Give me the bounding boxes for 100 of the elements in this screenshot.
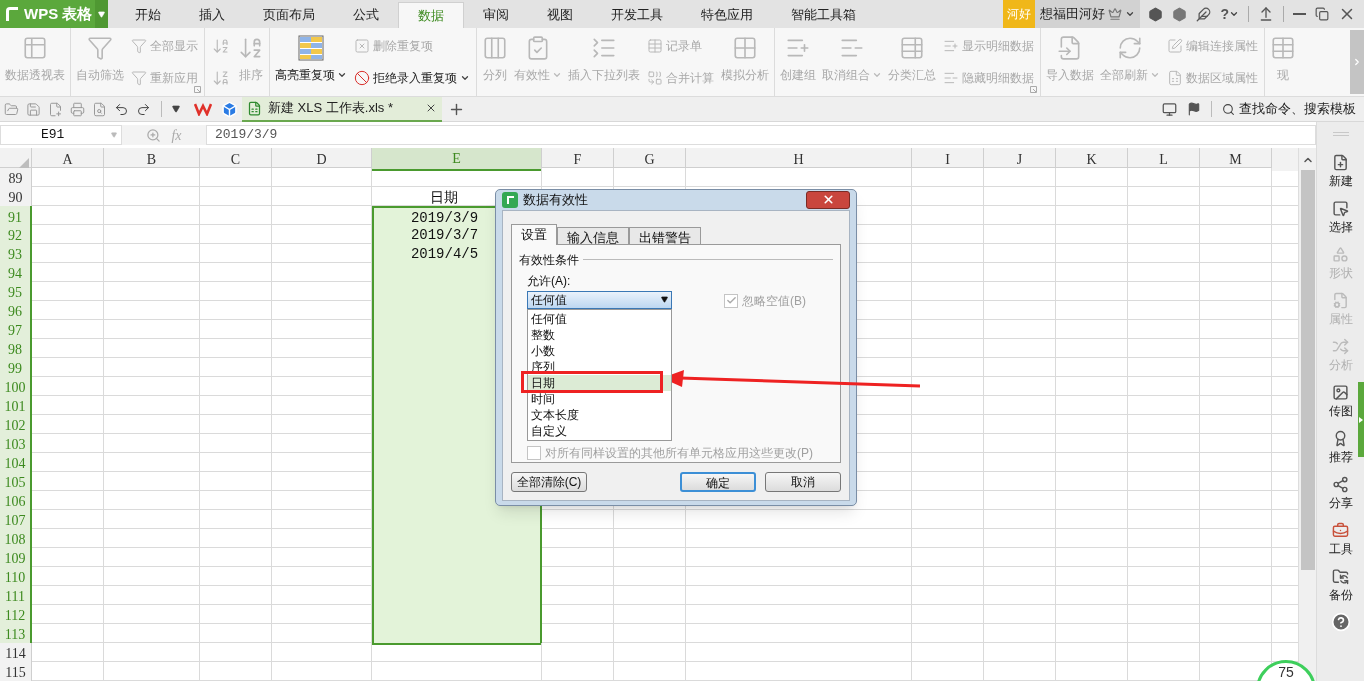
- row-header[interactable]: 112: [0, 605, 32, 626]
- scroll-thumb[interactable]: [1300, 170, 1315, 570]
- menu-tab[interactable]: 审阅: [464, 2, 528, 28]
- grip-icon[interactable]: [1332, 132, 1349, 136]
- feather-icon[interactable]: [1196, 6, 1212, 22]
- column-header[interactable]: B: [104, 148, 200, 171]
- dropdown-option[interactable]: 文本长度: [528, 406, 671, 423]
- row-header[interactable]: 93: [0, 244, 32, 265]
- row-header[interactable]: 99: [0, 358, 32, 379]
- menu-tab[interactable]: 公式: [334, 2, 398, 28]
- row-header[interactable]: 109: [0, 548, 32, 569]
- row-header[interactable]: 107: [0, 510, 32, 531]
- row-header[interactable]: 90: [0, 187, 32, 208]
- ribbon-button[interactable]: 高亮重复项: [272, 28, 350, 96]
- row-header[interactable]: 110: [0, 567, 32, 588]
- restore-icon[interactable]: [1315, 7, 1329, 21]
- dialog-tab[interactable]: 输入信息: [557, 226, 629, 244]
- save-icon[interactable]: [26, 101, 41, 117]
- dialog-button[interactable]: 确定: [680, 471, 756, 492]
- hexagon-icon[interactable]: [1172, 6, 1188, 22]
- row-header[interactable]: 98: [0, 339, 32, 360]
- dialog-tab[interactable]: 设置: [511, 223, 557, 245]
- menu-tab[interactable]: 智能工具箱: [772, 2, 875, 28]
- redo-icon[interactable]: [136, 101, 151, 117]
- undo-icon[interactable]: [114, 101, 129, 117]
- document-tab[interactable]: 新建 XLS 工作表.xls *: [242, 96, 442, 122]
- name-box[interactable]: E91: [0, 125, 122, 145]
- dialog-button[interactable]: 全部清除(C): [511, 471, 587, 492]
- close-button[interactable]: [806, 190, 850, 209]
- sidebar-button[interactable]: 备份: [1328, 568, 1353, 602]
- dropdown-option[interactable]: 时间: [528, 390, 671, 407]
- row-header[interactable]: 96: [0, 301, 32, 322]
- menu-tab[interactable]: 页面布局: [244, 2, 334, 28]
- column-header[interactable]: F: [542, 148, 614, 171]
- formula-field[interactable]: 2019/3/9: [206, 125, 1316, 145]
- column-header[interactable]: I: [912, 148, 984, 171]
- zoom-icon[interactable]: [146, 127, 162, 143]
- row-header[interactable]: 115: [0, 662, 32, 681]
- upload-icon[interactable]: [1258, 6, 1274, 22]
- column-header[interactable]: J: [984, 148, 1056, 171]
- dropdown-option[interactable]: 任何值: [528, 310, 671, 327]
- row-header[interactable]: 108: [0, 529, 32, 550]
- dialog-button[interactable]: 取消: [765, 471, 841, 492]
- cube-icon[interactable]: [221, 100, 238, 118]
- sidebar-button[interactable]: 传图: [1328, 384, 1353, 418]
- row-header[interactable]: 101: [0, 396, 32, 417]
- allow-dropdown[interactable]: 任何值: [527, 290, 672, 309]
- hexagon-icon[interactable]: [1148, 6, 1164, 22]
- row-header[interactable]: 105: [0, 472, 32, 493]
- row-header[interactable]: 97: [0, 320, 32, 341]
- user-name-button[interactable]: 想福田河好: [1035, 0, 1141, 28]
- monitor-icon[interactable]: [1162, 101, 1177, 117]
- row-header[interactable]: 94: [0, 263, 32, 284]
- menu-tab[interactable]: 开始: [116, 2, 180, 28]
- menu-tab[interactable]: 特色应用: [682, 2, 772, 28]
- column-header[interactable]: G: [614, 148, 686, 171]
- menu-tab[interactable]: 开发工具: [592, 2, 682, 28]
- file-plus-icon[interactable]: [48, 101, 63, 117]
- menu-tab[interactable]: 视图: [528, 2, 592, 28]
- menu-tab[interactable]: 插入: [180, 2, 244, 28]
- row-header[interactable]: 114: [0, 643, 32, 664]
- row-header[interactable]: 103: [0, 434, 32, 455]
- launcher-icon[interactable]: [1030, 86, 1037, 93]
- row-header[interactable]: 113: [0, 624, 32, 645]
- column-header[interactable]: H: [686, 148, 912, 171]
- row-header[interactable]: 95: [0, 282, 32, 303]
- sidebar-button[interactable]: 分享: [1328, 476, 1353, 510]
- search-command-button[interactable]: 查找命令、搜索模板: [1222, 99, 1356, 119]
- dialog-tab[interactable]: 出错警告: [629, 226, 701, 244]
- row-header[interactable]: 111: [0, 586, 32, 607]
- sidebar-button[interactable]: 选择: [1328, 200, 1353, 234]
- sidebar-button[interactable]: 工具: [1328, 522, 1353, 556]
- close-icon[interactable]: [425, 102, 437, 114]
- dropdown-option[interactable]: 日期: [528, 374, 671, 391]
- column-header[interactable]: L: [1128, 148, 1200, 171]
- dropdown-option[interactable]: 自定义: [528, 422, 671, 439]
- sidebar-button[interactable]: 推荐: [1328, 430, 1353, 464]
- dropdown-option[interactable]: 整数: [528, 326, 671, 343]
- row-header[interactable]: 89: [0, 168, 32, 189]
- ribbon-button[interactable]: 拒绝录入重复项: [352, 69, 472, 87]
- vertical-scrollbar[interactable]: [1298, 148, 1316, 681]
- row-header[interactable]: 100: [0, 377, 32, 398]
- column-header[interactable]: C: [200, 148, 272, 171]
- print-preview-icon[interactable]: [92, 101, 107, 117]
- collapse-tab[interactable]: [1358, 382, 1364, 457]
- row-header[interactable]: 102: [0, 415, 32, 436]
- help-icon[interactable]: [1330, 612, 1351, 632]
- print-icon[interactable]: [70, 101, 85, 117]
- sidebar-button[interactable]: 新建: [1328, 154, 1353, 188]
- flag-icon[interactable]: [1187, 102, 1201, 116]
- caret-icon[interactable]: [172, 105, 180, 113]
- column-header[interactable]: K: [1056, 148, 1128, 171]
- folder-icon[interactable]: [4, 101, 19, 117]
- help-button[interactable]: ?: [1220, 3, 1239, 25]
- app-menu-button[interactable]: [95, 0, 108, 28]
- launcher-icon[interactable]: [194, 86, 201, 93]
- w-logo-icon[interactable]: [194, 102, 212, 116]
- dropdown-option[interactable]: 小数: [528, 342, 671, 359]
- menu-tab[interactable]: 数据: [398, 2, 464, 28]
- row-header[interactable]: 106: [0, 491, 32, 512]
